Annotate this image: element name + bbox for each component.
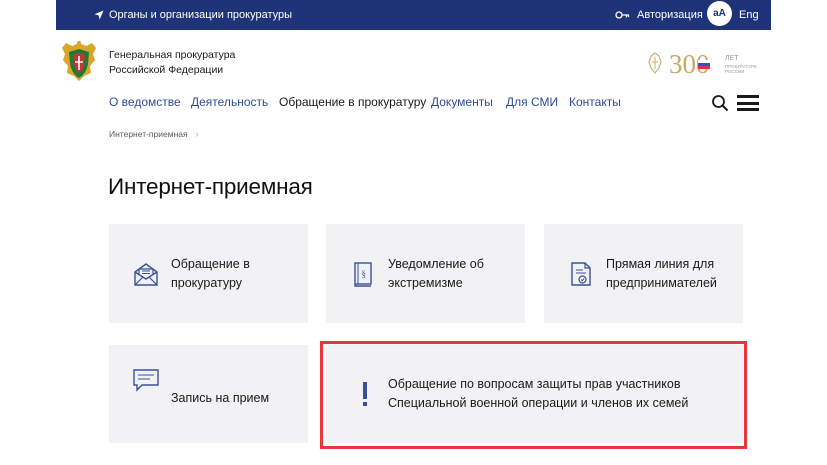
organization-name[interactable]: Генеральная прокуратура Российской Федер… [109,48,235,78]
search-icon[interactable] [711,94,729,112]
document-icon [571,261,591,286]
nav-item-about[interactable]: О ведомстве [109,95,181,109]
organizations-label: Органы и организации прокуратуры [109,9,293,21]
card-label-line1: Уведомление об [388,256,484,271]
top-bar: Органы и организации прокуратуры Авториз… [56,0,771,30]
login-link[interactable]: Авторизация [615,0,703,30]
card-business-line[interactable]: Прямая линия для предпринимателей [544,224,743,323]
nav-item-documents[interactable]: Документы [431,95,493,109]
card-label-line1: Обращение по вопросам защиты прав участн… [388,377,681,391]
card-label-line1: Запись на прием [171,390,270,405]
emblem-logo[interactable] [60,40,98,82]
nav-item-contacts[interactable]: Контакты [569,95,621,109]
card-appeal[interactable]: Обращение в прокуратуру [109,224,308,323]
location-arrow-icon [94,10,104,20]
svg-text:§: § [362,269,367,279]
card-label-line2: предпринимателей [606,275,717,290]
breadcrumb-item[interactable]: Интернет-приемная [109,129,188,139]
anniversary-word: ЛЕТ [725,55,739,62]
card-svo-appeal[interactable]: Обращение по вопросам защиты прав участн… [326,345,743,443]
law-book-icon: § [354,261,372,287]
card-extremism[interactable]: § Уведомление об экстремизме [326,224,525,323]
nav-item-activity[interactable]: Деятельность [191,95,268,109]
key-icon [615,11,630,19]
anniversary-caption2: РОССИИ [725,69,744,74]
font-size-button[interactable]: аА [707,1,732,26]
page-title: Интернет-приемная [108,174,313,199]
card-label-line2: Специальной военной операции и членов их… [388,396,689,410]
chat-bubble-icon [133,369,159,392]
card-label-line2: экстремизме [388,275,463,290]
hamburger-menu-icon[interactable] [737,95,759,111]
nav-item-appeal[interactable]: Обращение в прокуратуру [279,95,426,109]
card-label-line2: прокуратуру [171,275,243,290]
login-label: Авторизация [637,9,703,21]
organization-name-line2: Российской Федерации [109,64,224,76]
exclamation-icon [363,382,367,406]
card-label-line1: Обращение в [171,256,250,271]
card-appointment[interactable]: Запись на прием [109,345,308,443]
organizations-link[interactable]: Органы и организации прокуратуры [94,0,292,30]
breadcrumb: Интернет-приемная › [109,129,199,139]
card-label-line1: Прямая линия для [606,256,715,271]
organization-name-line1: Генеральная прокуратура [109,49,236,61]
envelope-icon [134,262,158,286]
nav-item-media[interactable]: Для СМИ [506,95,558,109]
breadcrumb-separator: › [195,129,199,139]
anniversary-300-logo: 300 ЛЕТ ПРОКУРАТУРЕ РОССИИ [648,49,757,78]
language-switch[interactable]: Eng [739,0,759,30]
